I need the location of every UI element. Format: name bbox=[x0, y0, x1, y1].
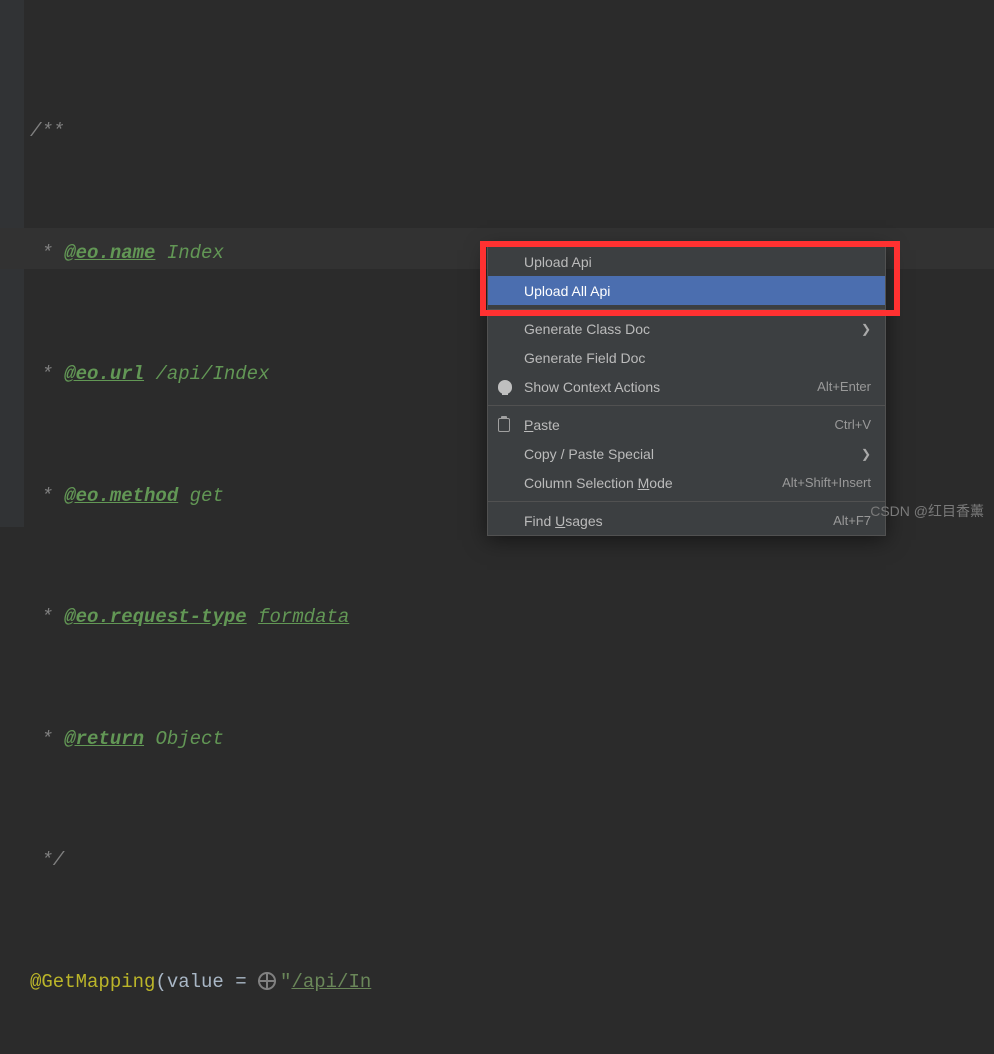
doc-tag-method: @eo.method bbox=[64, 485, 178, 507]
menu-separator bbox=[488, 501, 885, 502]
url-string: /api/In bbox=[291, 971, 371, 993]
menu-generate-field-doc[interactable]: Generate Field Doc bbox=[488, 343, 885, 372]
menu-show-context-actions[interactable]: Show Context ActionsAlt+Enter bbox=[488, 372, 885, 401]
menu-upload-api[interactable]: Upload Api bbox=[488, 247, 885, 276]
menu-separator bbox=[488, 405, 885, 406]
menu-copy-paste-special[interactable]: Copy / Paste Special❯ bbox=[488, 439, 885, 468]
doc-tag-name: @eo.name bbox=[64, 242, 155, 264]
menu-generate-class-doc[interactable]: Generate Class Doc❯ bbox=[488, 314, 885, 343]
annotation-getmapping: @GetMapping bbox=[30, 971, 155, 993]
chevron-right-icon: ❯ bbox=[861, 447, 871, 461]
context-menu: Upload Api Upload All Api Generate Class… bbox=[487, 246, 886, 536]
shortcut-text: Alt+F7 bbox=[833, 513, 871, 528]
menu-separator bbox=[488, 309, 885, 310]
globe-icon bbox=[258, 972, 276, 990]
watermark-text: CSDN @红目香薰 bbox=[870, 501, 984, 521]
chevron-right-icon: ❯ bbox=[861, 322, 871, 336]
shortcut-text: Alt+Shift+Insert bbox=[782, 475, 871, 490]
doc-open: /** bbox=[30, 120, 64, 142]
doc-tag-reqtype: @eo.request-type bbox=[64, 606, 246, 628]
code-content: /** * @eo.name Index * @eo.url /api/Inde… bbox=[30, 30, 843, 1054]
shortcut-text: Alt+Enter bbox=[817, 379, 871, 394]
shortcut-text: Ctrl+V bbox=[835, 417, 871, 432]
doc-tag-url: @eo.url bbox=[64, 363, 144, 385]
menu-upload-all-api[interactable]: Upload All Api bbox=[488, 276, 885, 305]
menu-find-usages[interactable]: Find UsagesAlt+F7 bbox=[488, 506, 885, 535]
menu-paste[interactable]: PasteCtrl+V bbox=[488, 410, 885, 439]
doc-tag-return: @return bbox=[64, 728, 144, 750]
menu-column-selection-mode[interactable]: Column Selection ModeAlt+Shift+Insert bbox=[488, 468, 885, 497]
doc-close: */ bbox=[30, 849, 64, 871]
bulb-icon bbox=[498, 380, 512, 394]
clipboard-icon bbox=[498, 418, 510, 432]
